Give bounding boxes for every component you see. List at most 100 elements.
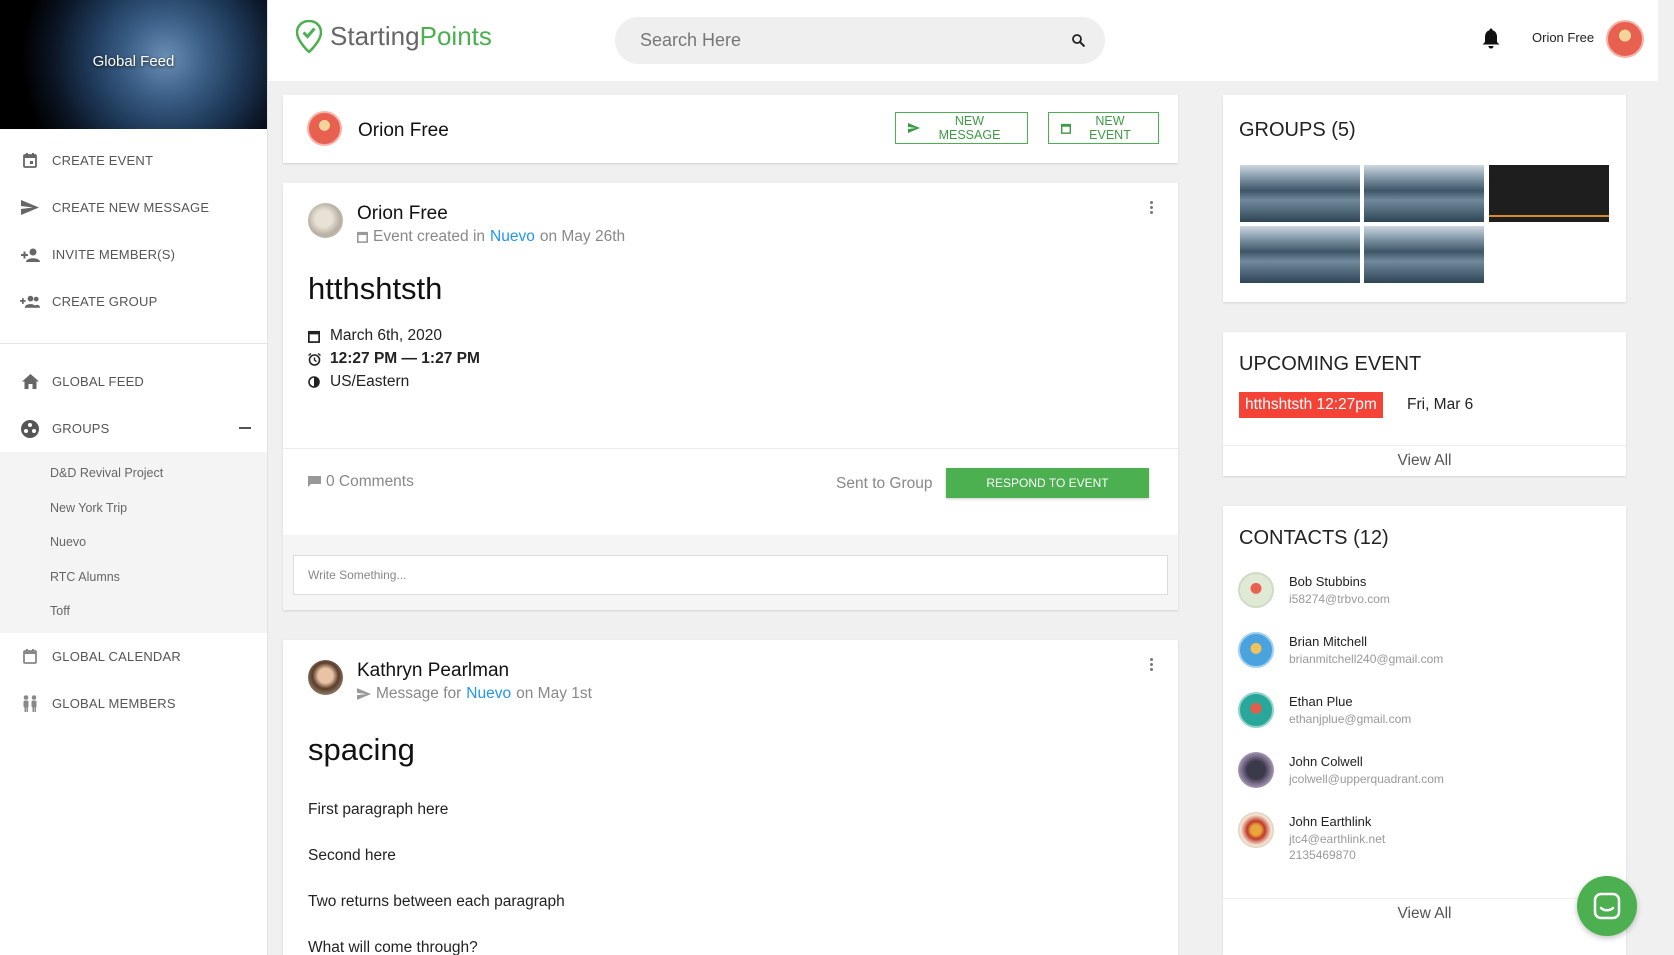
group-thumbnail[interactable] <box>1240 165 1360 222</box>
sidebar-group-item[interactable]: Nuevo <box>0 525 267 560</box>
contact-phone: 2135469870 <box>1289 848 1356 862</box>
search-input[interactable] <box>640 30 1072 51</box>
topbar: StartingPoints Orion Free <box>268 0 1658 81</box>
new-event-label: NEW EVENT <box>1089 114 1131 142</box>
upcoming-event-badge[interactable]: htthshtsth 12:27pm <box>1239 392 1383 418</box>
new-event-button[interactable]: NEW EVENT <box>1048 112 1159 144</box>
global-feed-hero[interactable]: Global Feed <box>0 0 267 129</box>
group-thumbnail[interactable] <box>1364 226 1484 283</box>
event-date-text: March 6th, 2020 <box>330 327 443 344</box>
sidebar-group-item[interactable]: Toff <box>0 594 267 629</box>
contact-details: Bob Stubbins i58274@trbvo.com <box>1289 572 1390 608</box>
feed-post-message: Kathryn Pearlman Message for Nuevo on Ma… <box>283 640 1178 955</box>
group-thumbnail[interactable] <box>1489 165 1609 222</box>
more-options-icon[interactable] <box>1150 201 1154 216</box>
contact-item[interactable]: Brian Mitchell brianmitchell240@gmail.co… <box>1238 632 1443 668</box>
feed-post-event: Orion Free Event created in Nuevo on May… <box>283 183 1178 610</box>
sidebar-create-message[interactable]: CREATE NEW MESSAGE <box>0 184 267 231</box>
contact-details: John Colwell jcolwell@upperquadrant.com <box>1289 752 1444 788</box>
contact-email: i58274@trbvo.com <box>1289 592 1390 606</box>
groups-icon <box>20 419 40 439</box>
post-author[interactable]: Kathryn Pearlman <box>357 660 509 682</box>
contact-name: Bob Stubbins <box>1289 574 1367 589</box>
group-thumbnail[interactable] <box>1240 226 1360 283</box>
chat-launcher-button[interactable] <box>1577 876 1637 936</box>
logo-text-starting: Starting <box>330 21 420 51</box>
groups-panel-title: GROUPS (5) <box>1239 119 1356 141</box>
home-icon <box>20 372 40 392</box>
event-timezone: US/Eastern <box>308 373 409 391</box>
sidebar-invite-members[interactable]: INVITE MEMBER(S) <box>0 231 267 278</box>
post-meta-prefix: Message for <box>376 685 462 702</box>
comment-icon <box>308 476 321 488</box>
sidebar-divider <box>0 343 267 344</box>
alarm-clock-icon <box>308 352 324 366</box>
event-date: March 6th, 2020 <box>308 327 442 345</box>
avatar[interactable] <box>308 203 343 238</box>
sidebar: Global Feed CREATE EVENT CREATE NEW MESS… <box>0 0 268 955</box>
sidebar-group-list: D&D Revival Project New York Trip Nuevo … <box>0 452 267 633</box>
sidebar-create-event-label: CREATE EVENT <box>52 153 154 168</box>
chat-icon <box>1593 892 1621 920</box>
avatar <box>1238 752 1274 788</box>
post-meta-suffix: on May 1st <box>516 685 592 702</box>
new-message-label: NEW MESSAGE <box>938 114 1001 142</box>
upcoming-event-date: Fri, Mar 6 <box>1407 396 1474 413</box>
contact-item[interactable]: Bob Stubbins i58274@trbvo.com <box>1238 572 1390 608</box>
logo-text-points: Points <box>419 21 492 51</box>
group-thumbnail[interactable] <box>1364 165 1484 222</box>
contact-item[interactable]: Ethan Plue ethanjplue@gmail.com <box>1238 692 1411 728</box>
event-timezone-text: US/Eastern <box>330 373 410 390</box>
avatar[interactable] <box>307 111 342 146</box>
sidebar-invite-members-label: INVITE MEMBER(S) <box>52 247 176 262</box>
contacts-panel-title: CONTACTS (12) <box>1239 527 1389 549</box>
contacts-view-all-link[interactable]: View All <box>1223 898 1626 928</box>
current-user-name[interactable]: Orion Free <box>1532 30 1594 45</box>
avatar <box>1238 692 1274 728</box>
contact-name: Ethan Plue <box>1289 694 1353 709</box>
collapse-icon[interactable] <box>239 427 251 429</box>
contact-email: ethanjplue@gmail.com <box>1289 712 1412 726</box>
comments-count-text: 0 Comments <box>326 473 414 490</box>
respond-to-event-button[interactable]: RESPOND TO EVENT <box>946 468 1149 498</box>
contact-item[interactable]: John Earthlink jtc4@earthlink.net 213546… <box>1238 812 1385 862</box>
people-icon <box>20 693 40 713</box>
sidebar-global-members[interactable]: GLOBAL MEMBERS <box>0 680 267 727</box>
sidebar-group-item[interactable]: D&D Revival Project <box>0 456 267 491</box>
search-bar <box>615 17 1105 64</box>
post-divider <box>283 448 1178 449</box>
new-message-button[interactable]: NEW MESSAGE <box>895 112 1028 144</box>
post-group-link[interactable]: Nuevo <box>466 685 511 703</box>
contact-name: John Earthlink <box>1289 814 1372 829</box>
contact-details: Brian Mitchell brianmitchell240@gmail.co… <box>1289 632 1443 668</box>
calendar-icon <box>20 646 40 666</box>
sidebar-group-item[interactable]: New York Trip <box>0 491 267 526</box>
sidebar-global-calendar[interactable]: GLOBAL CALENDAR <box>0 633 267 680</box>
comments-count[interactable]: 0 Comments <box>308 473 414 491</box>
contact-item[interactable]: John Colwell jcolwell@upperquadrant.com <box>1238 752 1444 788</box>
more-options-icon[interactable] <box>1150 658 1154 673</box>
avatar <box>1238 632 1274 668</box>
app-logo[interactable]: Starting Points <box>296 20 492 53</box>
post-paragraph: First paragraph here <box>308 801 449 818</box>
avatar <box>1238 812 1274 848</box>
sidebar-group-item[interactable]: RTC Alumns <box>0 560 267 595</box>
notification-bell-icon[interactable] <box>1482 28 1500 54</box>
post-author[interactable]: Orion Free <box>357 203 448 225</box>
sidebar-global-feed[interactable]: GLOBAL FEED <box>0 358 267 405</box>
post-meta-prefix: Event created in <box>373 228 486 245</box>
upcoming-event-panel: UPCOMING EVENT htthshtsth 12:27pm Fri, M… <box>1223 332 1626 476</box>
sidebar-create-group[interactable]: CREATE GROUP <box>0 278 267 325</box>
avatar <box>1238 572 1274 608</box>
post-group-link[interactable]: Nuevo <box>490 228 535 246</box>
upcoming-view-all-link[interactable]: View All <box>1223 445 1626 475</box>
sidebar-create-event[interactable]: CREATE EVENT <box>0 137 267 184</box>
profile-bar: Orion Free NEW MESSAGE NEW EVENT <box>283 95 1178 163</box>
avatar[interactable] <box>308 660 343 695</box>
sidebar-create-message-label: CREATE NEW MESSAGE <box>52 200 210 215</box>
write-comment-input[interactable] <box>293 555 1168 595</box>
comment-area <box>283 535 1178 610</box>
current-user-avatar[interactable] <box>1606 20 1644 58</box>
search-icon[interactable] <box>1072 34 1085 47</box>
sidebar-groups[interactable]: GROUPS <box>0 405 267 452</box>
